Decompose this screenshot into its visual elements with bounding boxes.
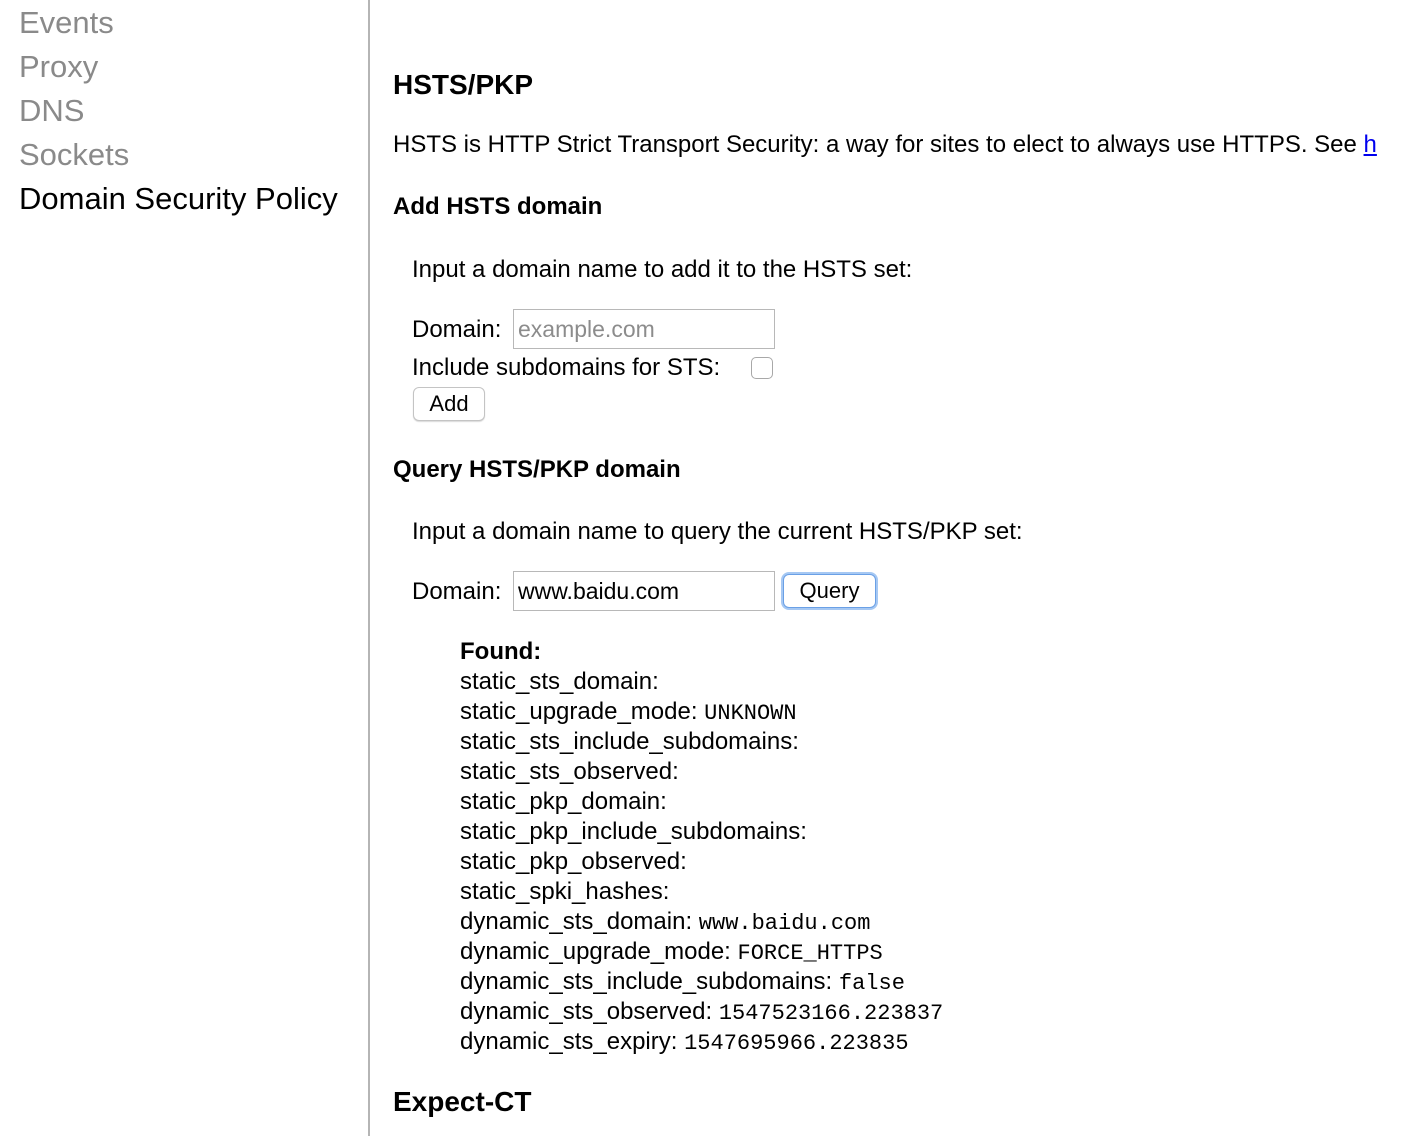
result-value: www.baidu.com <box>698 911 871 936</box>
result-key: dynamic_sts_expiry: <box>460 1028 678 1055</box>
result-key: dynamic_sts_include_subdomains: <box>460 968 833 995</box>
result-row: static_sts_include_subdomains: <box>460 727 799 759</box>
result-row: dynamic_sts_observed: 1547523166.223837 <box>460 997 943 1029</box>
query-domain-input[interactable] <box>513 571 775 611</box>
result-row: dynamic_upgrade_mode: FORCE_HTTPS <box>460 937 883 969</box>
result-row: static_sts_observed: <box>460 757 679 789</box>
result-key: static_pkp_observed: <box>460 848 687 875</box>
result-row: static_spki_hashes: <box>460 877 669 909</box>
result-key: static_sts_domain: <box>460 668 659 695</box>
add-button[interactable]: Add <box>413 387 485 421</box>
result-row: static_pkp_observed: <box>460 847 687 879</box>
result-row: static_pkp_domain: <box>460 787 667 819</box>
query-button[interactable]: Query <box>783 574 876 608</box>
query-instruction: Input a domain name to query the current… <box>412 518 1023 545</box>
result-row: dynamic_sts_domain: www.baidu.com <box>460 907 870 939</box>
result-key: static_pkp_domain: <box>460 788 667 815</box>
result-key: static_sts_include_subdomains: <box>460 728 799 755</box>
result-value: FORCE_HTTPS <box>737 941 883 966</box>
result-row: static_pkp_include_subdomains: <box>460 817 807 849</box>
result-value: 1547523166.223837 <box>718 1001 944 1026</box>
sidebar: Events Proxy DNS Sockets Domain Security… <box>0 0 370 1136</box>
result-key: dynamic_sts_observed: <box>460 998 713 1025</box>
hsts-description-text: HSTS is HTTP Strict Transport Security: … <box>393 131 1364 158</box>
result-row: static_upgrade_mode: UNKNOWN <box>460 697 797 729</box>
add-instruction: Input a domain name to add it to the HST… <box>412 256 913 283</box>
result-key: static_sts_observed: <box>460 758 679 785</box>
include-subdomains-checkbox[interactable] <box>751 357 773 379</box>
expect-ct-heading: Expect-CT <box>393 1086 532 1117</box>
result-key: static_spki_hashes: <box>460 878 670 905</box>
add-hsts-domain-heading: Add HSTS domain <box>393 193 603 220</box>
result-key: static_upgrade_mode: <box>460 698 698 725</box>
hsts-spec-link[interactable]: h <box>1364 131 1377 158</box>
sidebar-item-sockets[interactable]: Sockets <box>19 135 129 175</box>
hsts-pkp-heading: HSTS/PKP <box>393 69 534 100</box>
sidebar-item-events[interactable]: Events <box>19 3 114 43</box>
result-key: static_pkp_include_subdomains: <box>460 818 807 845</box>
result-value: UNKNOWN <box>704 701 797 726</box>
result-row: dynamic_sts_expiry: 1547695966.223835 <box>460 1027 909 1059</box>
include-subdomains-label: Include subdomains for STS: <box>412 354 721 381</box>
add-domain-input[interactable] <box>513 309 775 349</box>
sidebar-item-dns[interactable]: DNS <box>19 91 84 131</box>
result-value: false <box>838 971 905 996</box>
main-content: HSTS/PKP HSTS is HTTP Strict Transport S… <box>393 0 1416 1136</box>
hsts-description: HSTS is HTTP Strict Transport Security: … <box>393 131 1377 159</box>
result-row: static_sts_domain: <box>460 667 659 699</box>
query-domain-label: Domain: <box>412 578 502 605</box>
result-key: dynamic_upgrade_mode: <box>460 938 731 965</box>
result-value: 1547695966.223835 <box>684 1031 909 1056</box>
add-domain-label: Domain: <box>412 316 502 343</box>
sidebar-item-domain-security-policy[interactable]: Domain Security Policy <box>19 179 338 219</box>
result-key: dynamic_sts_domain: <box>460 908 693 935</box>
result-row: dynamic_sts_include_subdomains: false <box>460 967 905 999</box>
query-domain-heading: Query HSTS/PKP domain <box>393 456 681 483</box>
sidebar-item-proxy[interactable]: Proxy <box>19 47 98 87</box>
found-label: Found: <box>460 638 542 665</box>
